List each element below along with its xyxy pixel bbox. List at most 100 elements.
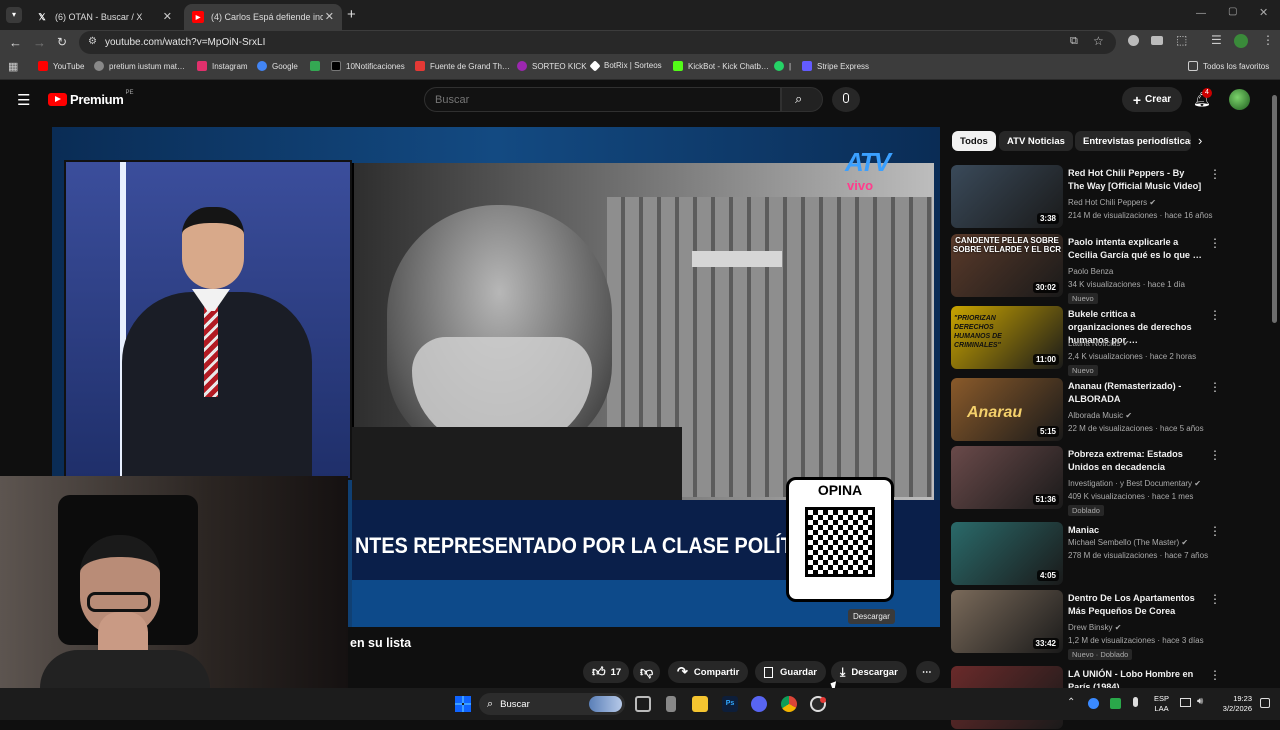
back-button[interactable]: ← bbox=[9, 35, 22, 50]
language-indicator[interactable]: ESP LAA bbox=[1154, 694, 1169, 714]
minimize-window-button[interactable]: — bbox=[1196, 8, 1206, 19]
video-thumbnail[interactable]: 33:42 bbox=[951, 590, 1063, 653]
video-thumbnail[interactable]: CANDENTE PELEA SOBRE SOBRE VELARDE Y EL … bbox=[951, 234, 1063, 297]
tray-chevron-icon[interactable]: ⌃ bbox=[1067, 697, 1075, 708]
discord-icon[interactable] bbox=[751, 696, 767, 712]
browser-menu-icon[interactable]: ⋮ bbox=[1262, 33, 1274, 47]
display-icon[interactable] bbox=[1180, 698, 1191, 707]
youtube-logo[interactable]: Premium PE bbox=[48, 90, 134, 107]
tab-youtube-video[interactable]: ▶ (4) Carlos Espá defiende inclusi… ✕ bbox=[184, 4, 342, 30]
tray-app-icon[interactable] bbox=[1088, 698, 1099, 709]
bookmark-youtube[interactable]: YouTube bbox=[38, 61, 84, 71]
video-thumbnail[interactable]: 3:38 bbox=[951, 165, 1063, 228]
photoshop-icon[interactable]: Ps bbox=[722, 696, 738, 712]
video-thumbnail[interactable]: 4:05 bbox=[951, 522, 1063, 585]
recommendation-item[interactable]: 33:42 Dentro De Los Apartamentos Más Pequ… bbox=[951, 590, 1263, 660]
extension-icon[interactable] bbox=[1128, 35, 1139, 46]
channel-name[interactable]: Investigation · y Best Documentary ✔︎ bbox=[1068, 477, 1201, 490]
bookmark-whatsapp[interactable]: | bbox=[774, 61, 791, 71]
channel-name[interactable]: Michael Sembello (The Master) ✔︎ bbox=[1068, 536, 1188, 549]
extension-icon[interactable] bbox=[1151, 36, 1163, 45]
search-button[interactable]: ⌕ bbox=[781, 87, 823, 112]
recommendation-item[interactable]: "PRIORIZAN DERECHOS HUMANOS DE CRIMINALE… bbox=[951, 306, 1263, 376]
recommendation-item[interactable]: CANDENTE PELEA SOBRE SOBRE VELARDE Y EL … bbox=[951, 234, 1263, 304]
search-input[interactable] bbox=[424, 87, 781, 112]
file-explorer-icon[interactable] bbox=[692, 696, 708, 712]
app-icon[interactable] bbox=[666, 696, 676, 712]
tray-microphone-icon[interactable] bbox=[1133, 697, 1138, 707]
video-thumbnail[interactable]: "PRIORIZAN DERECHOS HUMANOS DE CRIMINALE… bbox=[951, 306, 1063, 369]
channel-name[interactable]: Drew Binsky ✔︎ bbox=[1068, 621, 1121, 634]
bookmark-grand-theft[interactable]: Fuente de Grand Th… bbox=[415, 61, 510, 71]
forward-button[interactable]: → bbox=[33, 35, 46, 50]
hamburger-menu-icon[interactable]: ☰ bbox=[17, 91, 30, 109]
channel-name[interactable]: Paolo Benza bbox=[1068, 265, 1113, 278]
recommendation-title[interactable]: Paolo intenta explicarle a Cecilia Garcí… bbox=[1068, 236, 1203, 262]
bookmark-unnamed[interactable] bbox=[310, 61, 325, 71]
save-button[interactable]: Guardar bbox=[755, 661, 826, 683]
all-bookmarks-folder[interactable]: Todos los favoritos bbox=[1188, 61, 1269, 71]
channel-name[interactable]: Latina Noticias ✔︎ bbox=[1068, 337, 1129, 350]
close-window-button[interactable]: ✕ bbox=[1259, 6, 1268, 19]
maximize-window-button[interactable]: ▢ bbox=[1228, 6, 1237, 17]
site-info-icon[interactable]: ⚙ bbox=[88, 36, 97, 47]
chip-entrevistas[interactable]: Entrevistas periodísticas bbox=[1075, 131, 1191, 151]
chips-next-icon[interactable]: › bbox=[1198, 133, 1202, 148]
more-options-icon[interactable]: ⋮ bbox=[1209, 592, 1221, 606]
profile-avatar[interactable] bbox=[1234, 34, 1248, 48]
tab-x-otan[interactable]: 𝕏 (6) OTAN - Buscar / X ✕ bbox=[28, 4, 180, 30]
share-button[interactable]: ↷ Compartir bbox=[668, 661, 749, 683]
tray-security-icon[interactable] bbox=[1110, 698, 1121, 709]
recommendation-item[interactable]: 4:05 Maniac Michael Sembello (The Master) … bbox=[951, 522, 1263, 586]
notification-center-icon[interactable] bbox=[1260, 698, 1270, 708]
like-button[interactable]: 👍︎ 17 bbox=[583, 661, 629, 683]
recommendation-title[interactable]: Red Hot Chili Peppers - By The Way [Offi… bbox=[1068, 167, 1203, 193]
channel-name[interactable]: Red Hot Chili Peppers ✔︎ bbox=[1068, 196, 1156, 209]
apps-grid-icon[interactable]: ▦ bbox=[8, 60, 18, 73]
channel-name[interactable]: Alborada Music ✔︎ bbox=[1068, 409, 1132, 422]
chip-atv-noticias[interactable]: ATV Noticias bbox=[999, 131, 1073, 151]
address-bar[interactable]: ⚙ youtube.com/watch?v=MpOiN-SrxLI ⧉ ☆ bbox=[79, 31, 1116, 54]
video-thumbnail[interactable]: 51:36 bbox=[951, 446, 1063, 509]
more-options-icon[interactable]: ⋮ bbox=[1209, 236, 1221, 250]
bookmark-sorteo-kick[interactable]: SORTEO KICK bbox=[517, 61, 587, 71]
recommendation-title[interactable]: Ananau (Remasterizado) - ALBORADA bbox=[1068, 380, 1203, 406]
windows-start-icon[interactable] bbox=[455, 696, 471, 712]
close-tab-icon[interactable]: ✕ bbox=[325, 10, 334, 23]
taskbar-search-box[interactable]: ⌕ Buscar bbox=[479, 693, 625, 715]
bookmark-10notificaciones[interactable]: 10Notificaciones bbox=[331, 61, 405, 71]
scrollbar-thumb[interactable] bbox=[1272, 95, 1277, 323]
video-thumbnail[interactable]: Anarau 5:15 bbox=[951, 378, 1063, 441]
recommendation-item[interactable]: Anarau 5:15 Ananau (Remasterizado) - ALBOR… bbox=[951, 378, 1263, 442]
more-options-icon[interactable]: ⋮ bbox=[1209, 524, 1221, 538]
bookmark-instagram[interactable]: Instagram bbox=[197, 61, 248, 71]
bookmark-botrix[interactable]: BotRix | Sorteos bbox=[589, 59, 662, 72]
more-actions-button[interactable]: ⋯ bbox=[916, 661, 940, 683]
account-avatar[interactable] bbox=[1229, 89, 1250, 110]
task-view-icon[interactable] bbox=[635, 696, 651, 712]
reading-list-icon[interactable]: ☰ bbox=[1211, 33, 1222, 47]
more-options-icon[interactable]: ⋮ bbox=[1209, 167, 1221, 181]
recommendation-title[interactable]: Dentro De Los Apartamentos Más Pequeños … bbox=[1068, 592, 1203, 618]
more-options-icon[interactable]: ⋮ bbox=[1209, 380, 1221, 394]
create-button[interactable]: + Crear bbox=[1122, 87, 1182, 112]
volume-icon[interactable]: 🔊︎ bbox=[1197, 696, 1203, 707]
clock[interactable]: 19:23 3/2/2026 bbox=[1222, 694, 1252, 714]
download-button[interactable]: ⤓ Descargar bbox=[831, 661, 907, 683]
recommendation-title[interactable]: Pobreza extrema: Estados Unidos en decad… bbox=[1068, 448, 1203, 474]
recommendation-item[interactable]: 3:38 Red Hot Chili Peppers - By The Way [… bbox=[951, 165, 1263, 229]
close-tab-icon[interactable]: ✕ bbox=[163, 10, 172, 23]
more-options-icon[interactable]: ⋮ bbox=[1209, 448, 1221, 462]
bookmark-stripe[interactable]: Stripe Express bbox=[802, 61, 869, 71]
chip-todos[interactable]: Todos bbox=[952, 131, 996, 151]
reload-button[interactable]: ↻ bbox=[57, 35, 67, 49]
voice-search-button[interactable] bbox=[832, 87, 860, 112]
bookmark-kickbot[interactable]: KickBot - Kick Chatb… bbox=[673, 61, 769, 71]
bookmark-pretium[interactable]: pretium iustum mat… bbox=[94, 61, 185, 71]
tab-search-dropdown[interactable]: ▾ bbox=[6, 7, 22, 23]
more-options-icon[interactable]: ⋮ bbox=[1209, 668, 1221, 682]
install-app-icon[interactable]: ⧉ bbox=[1070, 35, 1078, 48]
dislike-button[interactable]: 👎︎ bbox=[633, 661, 660, 683]
extensions-puzzle-icon[interactable]: ⬚ bbox=[1176, 33, 1187, 47]
chrome-icon[interactable] bbox=[781, 696, 797, 712]
